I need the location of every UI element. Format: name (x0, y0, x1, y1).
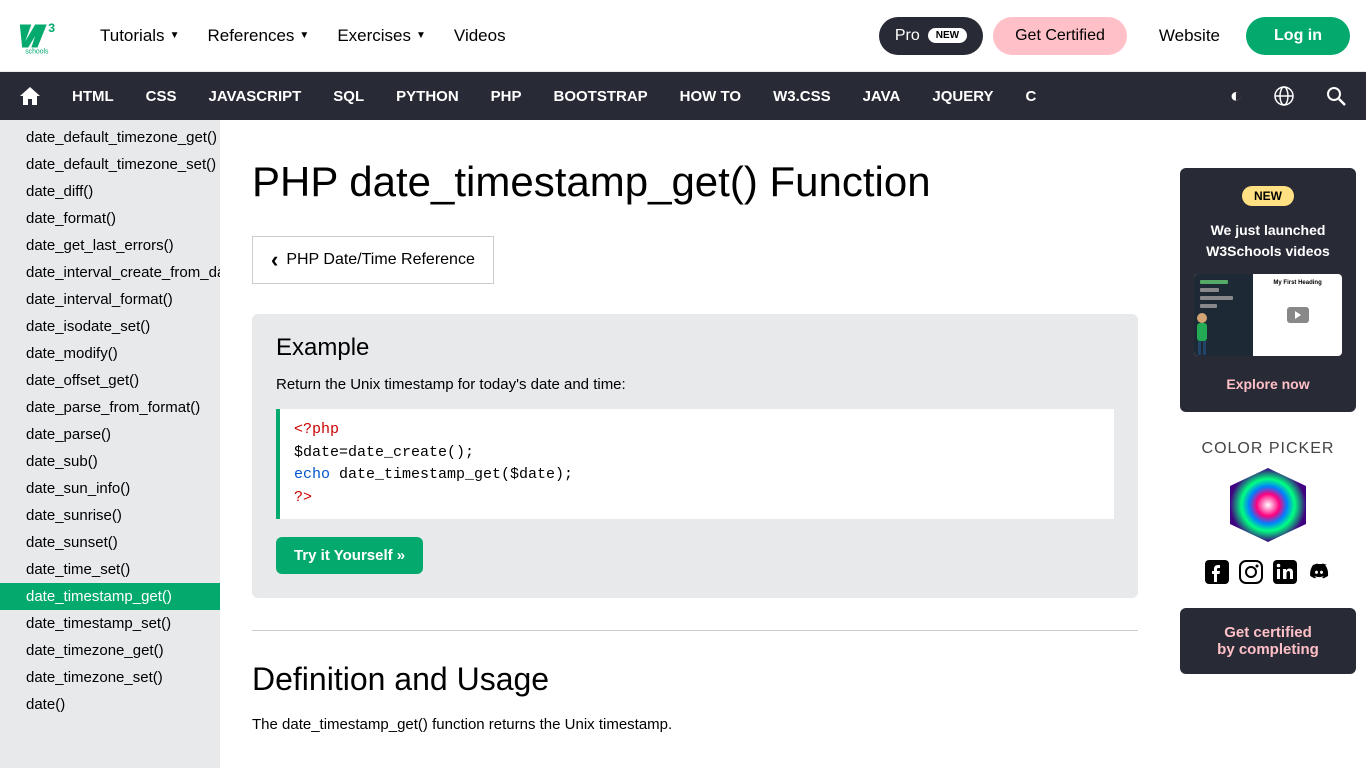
sn-javascript[interactable]: JAVASCRIPT (193, 72, 318, 120)
sn-python[interactable]: PYTHON (380, 72, 475, 120)
sn-sql[interactable]: SQL (317, 72, 380, 120)
nav-videos[interactable]: Videos (440, 0, 520, 72)
top-nav: 3 schools Tutorials▼ References▼ Exercise… (0, 0, 1366, 72)
sidebar-item[interactable]: date_timezone_get() (0, 637, 220, 664)
promo-new-badge: NEW (1242, 186, 1294, 206)
person-icon (1190, 310, 1214, 356)
sidebar-item[interactable]: date_sub() (0, 448, 220, 475)
get-certified-button[interactable]: Get Certified (993, 17, 1127, 55)
new-badge: NEW (928, 28, 967, 43)
explore-link[interactable]: Explore now (1190, 376, 1346, 392)
sn-css[interactable]: CSS (130, 72, 193, 120)
caret-down-icon: ▼ (170, 30, 180, 41)
theme-icon[interactable]: ◐ (1214, 72, 1258, 120)
caret-down-icon: ▼ (299, 30, 309, 41)
promo-text: We just launchedW3Schools videos (1190, 220, 1346, 262)
second-nav: HTML CSS JAVASCRIPT SQL PYTHON PHP BOOTS… (0, 72, 1366, 120)
sidebar-item[interactable]: date_interval_format() (0, 286, 220, 313)
sn-jquery[interactable]: JQUERY (916, 72, 1009, 120)
globe-icon[interactable] (1258, 72, 1310, 120)
color-picker-hexagon[interactable] (1226, 468, 1310, 542)
nav-website[interactable]: Website (1145, 26, 1234, 46)
sidebar-item[interactable]: date_time_set() (0, 556, 220, 583)
example-description: Return the Unix timestamp for today's da… (276, 376, 1114, 393)
instagram-icon[interactable] (1239, 560, 1263, 584)
sidebar-item[interactable]: date_parse() (0, 421, 220, 448)
sidebar-item[interactable]: date_sun_info() (0, 475, 220, 502)
sn-java[interactable]: JAVA (847, 72, 917, 120)
caret-down-icon: ▼ (416, 30, 426, 41)
sn-w3css[interactable]: W3.CSS (757, 72, 847, 120)
sidebar-item[interactable]: date() (0, 691, 220, 718)
pro-button[interactable]: ProNEW (879, 17, 983, 55)
nav-exercises[interactable]: Exercises▼ (323, 0, 440, 72)
sn-howto[interactable]: HOW TO (664, 72, 757, 120)
sidebar-item[interactable]: date_default_timezone_set() (0, 151, 220, 178)
discord-icon[interactable] (1307, 560, 1331, 584)
nav-references[interactable]: References▼ (193, 0, 323, 72)
promo-video-thumbnail[interactable]: My First Heading (1194, 274, 1342, 356)
sn-html[interactable]: HTML (56, 72, 130, 120)
play-icon (1287, 307, 1309, 323)
color-picker-title: COLOR PICKER (1180, 440, 1356, 458)
definition-text: The date_timestamp_get() function return… (252, 716, 1138, 733)
sn-c[interactable]: C (1010, 72, 1053, 120)
sidebar-item[interactable]: date_offset_get() (0, 367, 220, 394)
try-it-button[interactable]: Try it Yourself » (276, 537, 423, 574)
sidebar-item[interactable]: date_timezone_set() (0, 664, 220, 691)
nav-tutorials[interactable]: Tutorials▼ (86, 0, 193, 72)
example-heading: Example (276, 334, 1114, 362)
linkedin-icon[interactable] (1273, 560, 1297, 584)
sidebar-item[interactable]: date_isodate_set() (0, 313, 220, 340)
search-icon[interactable] (1310, 72, 1362, 120)
sidebar-item[interactable]: date_default_timezone_get() (0, 124, 220, 151)
page-title: PHP date_timestamp_get() Function (252, 158, 1138, 206)
sidebar-item[interactable]: date_interval_create_from_dat (0, 259, 220, 286)
sidebar-item[interactable]: date_timestamp_set() (0, 610, 220, 637)
definition-heading: Definition and Usage (252, 661, 1138, 698)
sidebar: date_default_timezone_get()date_default_… (0, 120, 220, 768)
logo[interactable]: 3 schools (16, 13, 62, 59)
sn-php[interactable]: PHP (475, 72, 538, 120)
svg-text:3: 3 (48, 21, 55, 35)
sn-bootstrap[interactable]: BOOTSTRAP (538, 72, 664, 120)
sidebar-item[interactable]: date_parse_from_format() (0, 394, 220, 421)
divider (252, 630, 1138, 631)
sidebar-item[interactable]: date_timestamp_get() (0, 583, 220, 610)
right-column: NEW We just launchedW3Schools videos My … (1170, 120, 1366, 768)
promo-card: NEW We just launchedW3Schools videos My … (1180, 168, 1356, 412)
svg-text:schools: schools (25, 48, 49, 55)
sidebar-item[interactable]: date_sunrise() (0, 502, 220, 529)
social-icons (1180, 560, 1356, 584)
code-block: <?php $date=date_create(); echo date_tim… (276, 409, 1114, 519)
sidebar-item[interactable]: date_format() (0, 205, 220, 232)
sidebar-item[interactable]: date_modify() (0, 340, 220, 367)
cert-card[interactable]: Get certified by completing (1180, 608, 1356, 674)
example-box: Example Return the Unix timestamp for to… (252, 314, 1138, 598)
main-content: PHP date_timestamp_get() Function PHP Da… (220, 120, 1170, 768)
facebook-icon[interactable] (1205, 560, 1229, 584)
sidebar-item[interactable]: date_diff() (0, 178, 220, 205)
sidebar-item[interactable]: date_sunset() (0, 529, 220, 556)
login-button[interactable]: Log in (1246, 17, 1350, 55)
back-reference-link[interactable]: PHP Date/Time Reference (252, 236, 494, 284)
sidebar-item[interactable]: date_get_last_errors() (0, 232, 220, 259)
home-icon[interactable] (4, 72, 56, 120)
